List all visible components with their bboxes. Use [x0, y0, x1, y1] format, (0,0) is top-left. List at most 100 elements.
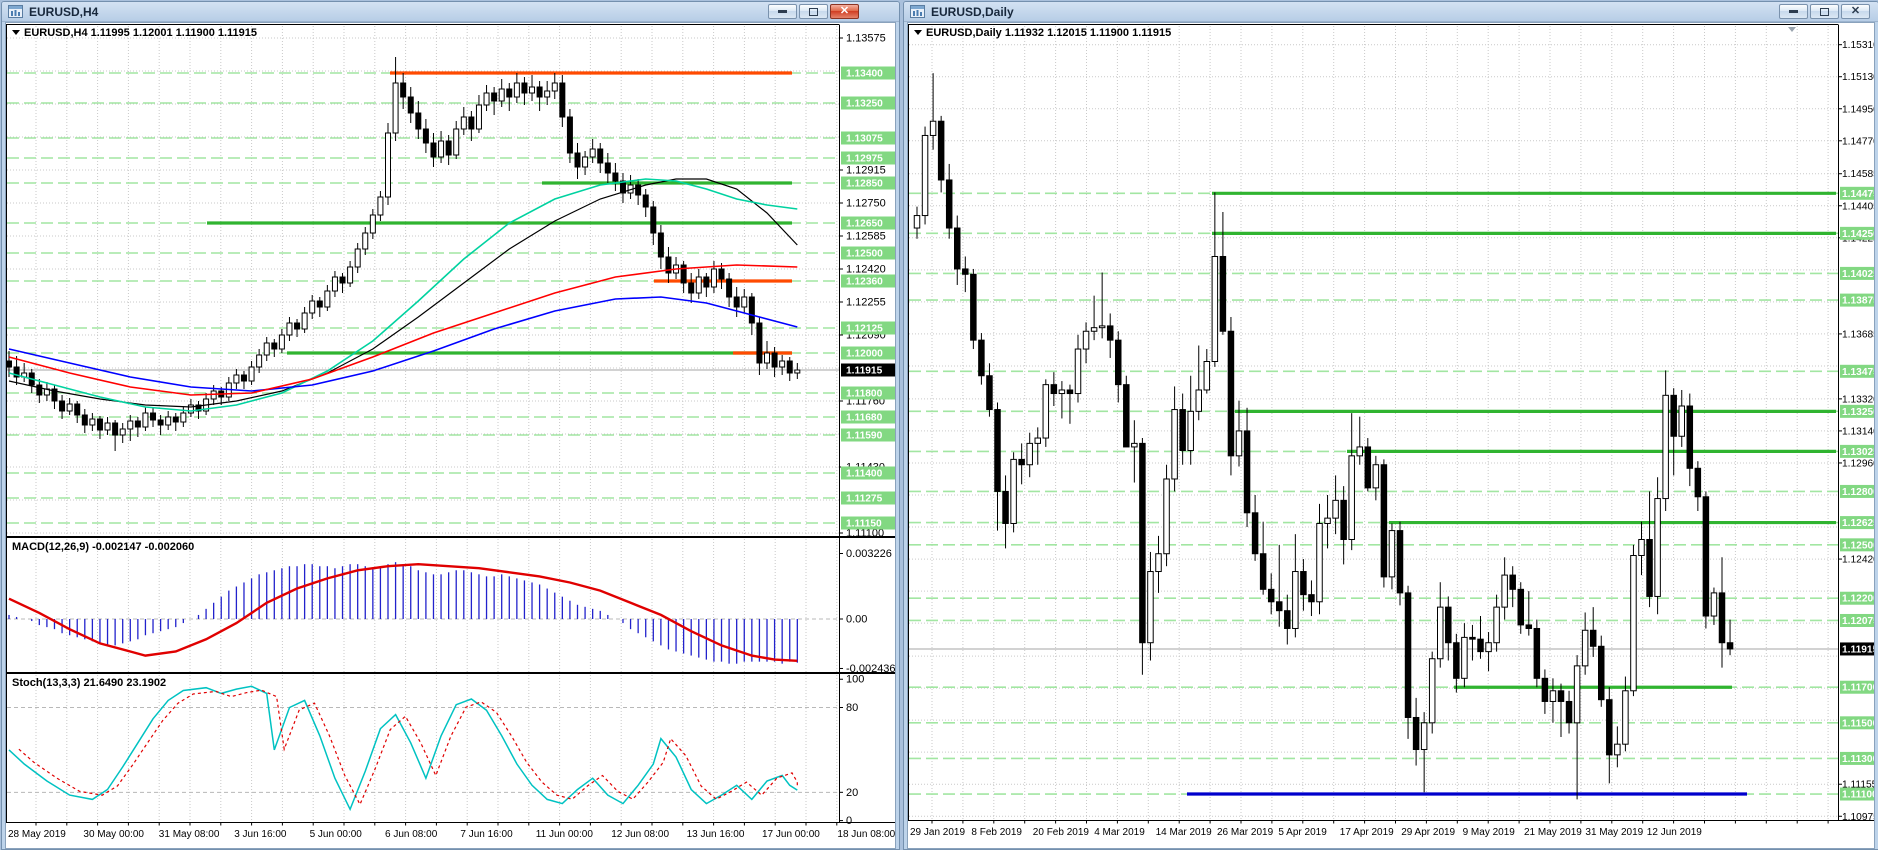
- close-icon: ✕: [839, 5, 850, 17]
- svg-text:1.12915: 1.12915: [846, 165, 886, 177]
- svg-text:1.14770: 1.14770: [1842, 136, 1875, 147]
- chart-window-icon: [910, 5, 925, 18]
- svg-text:1.12585: 1.12585: [846, 231, 886, 243]
- svg-text:1.14475: 1.14475: [1842, 189, 1875, 200]
- minimize-button[interactable]: [1779, 4, 1808, 19]
- svg-text:1.13250: 1.13250: [1842, 407, 1875, 418]
- svg-text:1.13875: 1.13875: [1842, 296, 1875, 307]
- svg-text:1.14025: 1.14025: [1842, 269, 1875, 280]
- svg-text:0.003226: 0.003226: [846, 548, 892, 560]
- price-chart-daily[interactable]: 1.15310 1.15130 1.14950 1.14770 1.14585 1.144…: [908, 23, 1875, 848]
- svg-text:1.12420: 1.12420: [846, 264, 886, 276]
- svg-text:13 Jun 16:00: 13 Jun 16:00: [687, 829, 745, 840]
- minimize-icon: [1789, 10, 1798, 13]
- window-title: EURUSD,Daily: [931, 4, 1014, 19]
- svg-text:1.11800: 1.11800: [846, 389, 883, 400]
- svg-text:1.12960: 1.12960: [1842, 458, 1875, 469]
- titlebar-daily[interactable]: EURUSD,Daily ✕: [904, 2, 1878, 22]
- svg-text:1.15130: 1.15130: [1842, 72, 1875, 83]
- svg-text:1.11275: 1.11275: [846, 494, 883, 505]
- svg-text:0.00: 0.00: [846, 614, 867, 626]
- svg-text:1.13575: 1.13575: [846, 33, 886, 45]
- svg-text:1.11915: 1.11915: [846, 366, 883, 377]
- svg-text:100: 100: [846, 674, 864, 686]
- titlebar-h4[interactable]: EURUSD,H4 ✕: [2, 2, 899, 22]
- svg-text:1.12975: 1.12975: [846, 154, 883, 165]
- svg-text:1.11915: 1.11915: [1842, 644, 1875, 655]
- symbol-info: EURUSD,H4 1.11995 1.12001 1.11900 1.1191…: [12, 27, 257, 39]
- svg-text:1.12650: 1.12650: [846, 219, 883, 230]
- svg-text:0: 0: [846, 815, 852, 827]
- svg-text:1.13685: 1.13685: [1842, 329, 1875, 340]
- restore-button[interactable]: [1810, 4, 1839, 19]
- svg-text:1.13075: 1.13075: [846, 134, 883, 145]
- svg-text:29 Apr 2019: 29 Apr 2019: [1401, 827, 1455, 838]
- svg-text:1.12800: 1.12800: [1842, 487, 1875, 498]
- chart-client-h4: 1.13575 1.12915 1.12750 1.12585 1.12420 1.122…: [5, 22, 896, 849]
- svg-text:17 Apr 2019: 17 Apr 2019: [1340, 827, 1394, 838]
- restore-icon: [1820, 7, 1829, 16]
- restore-icon: [809, 7, 818, 16]
- chart-window-icon: [8, 5, 23, 18]
- svg-text:1.10975: 1.10975: [1842, 812, 1875, 823]
- svg-text:1.13140: 1.13140: [1842, 426, 1875, 437]
- svg-text:1.12420: 1.12420: [1842, 555, 1875, 566]
- svg-text:6 Jun 08:00: 6 Jun 08:00: [385, 829, 438, 840]
- price-chart-h4[interactable]: 1.13575 1.12915 1.12750 1.12585 1.12420 1.122…: [6, 23, 896, 848]
- svg-text:1.12125: 1.12125: [846, 324, 883, 335]
- close-button[interactable]: ✕: [830, 4, 859, 19]
- svg-text:1.11680: 1.11680: [846, 413, 883, 424]
- svg-text:14 Mar 2019: 14 Mar 2019: [1156, 827, 1213, 838]
- window-title: EURUSD,H4: [29, 4, 99, 19]
- svg-text:30 May 00:00: 30 May 00:00: [83, 829, 144, 840]
- svg-text:12 Jun 08:00: 12 Jun 08:00: [611, 829, 669, 840]
- svg-text:1.13250: 1.13250: [846, 99, 883, 110]
- svg-text:1.12625: 1.12625: [1842, 518, 1875, 529]
- svg-text:21 May 2019: 21 May 2019: [1524, 827, 1582, 838]
- svg-text:3 Jun 16:00: 3 Jun 16:00: [234, 829, 287, 840]
- close-icon: ✕: [1850, 5, 1861, 17]
- svg-text:9 May 2019: 9 May 2019: [1463, 827, 1516, 838]
- svg-text:1.12075: 1.12075: [1842, 616, 1875, 627]
- svg-text:1.12850: 1.12850: [846, 179, 883, 190]
- svg-text:29 Jan 2019: 29 Jan 2019: [910, 827, 965, 838]
- svg-text:EURUSD,Daily 1.11932 1.12015 1: EURUSD,Daily 1.11932 1.12015 1.11900 1.1…: [926, 27, 1171, 39]
- svg-text:20 Feb 2019: 20 Feb 2019: [1033, 827, 1090, 838]
- svg-text:17 Jun 00:00: 17 Jun 00:00: [762, 829, 820, 840]
- svg-text:11 Jun 00:00: 11 Jun 00:00: [536, 829, 594, 840]
- svg-text:1.11300: 1.11300: [1842, 754, 1875, 765]
- svg-text:1.11590: 1.11590: [846, 431, 883, 442]
- svg-text:1.11400: 1.11400: [846, 469, 883, 480]
- macd-label: MACD(12,26,9) -0.002147 -0.002060: [12, 541, 194, 553]
- svg-text:18 Jun 08:00: 18 Jun 08:00: [837, 829, 895, 840]
- close-button[interactable]: ✕: [1841, 4, 1870, 19]
- svg-text:1.13320: 1.13320: [1842, 394, 1875, 405]
- chart-window-eurusd-daily: EURUSD,Daily ✕ 1.15310 1.15130 1.14950 1.14…: [903, 1, 1878, 850]
- svg-text:31 May 08:00: 31 May 08:00: [159, 829, 220, 840]
- svg-text:4 Mar 2019: 4 Mar 2019: [1094, 827, 1145, 838]
- svg-text:1.13400: 1.13400: [846, 69, 883, 80]
- svg-text:31 May 2019: 31 May 2019: [1585, 827, 1643, 838]
- svg-text:1.14250: 1.14250: [1842, 229, 1875, 240]
- svg-text:1.14585: 1.14585: [1842, 169, 1875, 180]
- restore-button[interactable]: [799, 4, 828, 19]
- svg-text:1.12750: 1.12750: [846, 198, 886, 210]
- svg-text:12 Jun 2019: 12 Jun 2019: [1647, 827, 1702, 838]
- chart-window-eurusd-h4: EURUSD,H4 ✕ 1.13575 1.12915 1.12750 1.12585…: [1, 1, 900, 850]
- svg-text:80: 80: [846, 702, 858, 714]
- svg-text:28 May 2019: 28 May 2019: [8, 829, 66, 840]
- svg-text:1.15310: 1.15310: [1842, 40, 1875, 51]
- stoch-label: Stoch(13,3,3) 21.6490 23.1902: [12, 677, 166, 689]
- svg-text:1.11100: 1.11100: [1842, 790, 1875, 801]
- svg-text:1.13475: 1.13475: [1842, 367, 1875, 378]
- minimize-icon: [778, 10, 787, 13]
- svg-text:MACD(12,26,9) -0.002147 -0.002: MACD(12,26,9) -0.002147 -0.002060: [12, 541, 194, 553]
- svg-text:1.14950: 1.14950: [1842, 104, 1875, 115]
- minimize-button[interactable]: [768, 4, 797, 19]
- svg-text:1.11500: 1.11500: [1842, 718, 1875, 729]
- mt4-workspace: { "accent_colors":{"resistance_orange":"…: [0, 0, 1878, 850]
- svg-text:5 Apr 2019: 5 Apr 2019: [1278, 827, 1327, 838]
- svg-text:1.12255: 1.12255: [846, 297, 886, 309]
- svg-text:26 Mar 2019: 26 Mar 2019: [1217, 827, 1274, 838]
- svg-text:1.12360: 1.12360: [846, 277, 883, 288]
